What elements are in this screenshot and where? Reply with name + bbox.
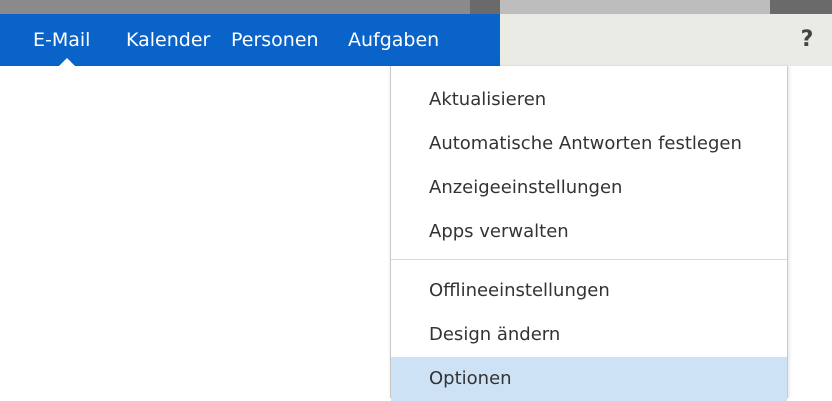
help-icon[interactable]: ? [792, 14, 822, 66]
menu-item-offlineeinstellungen[interactable]: Offlineeinstellungen [391, 269, 787, 313]
menu-item-label: Optionen [429, 368, 512, 389]
menu-item-automatische-antworten[interactable]: Automatische Antworten festlegen [391, 122, 787, 166]
active-tab-caret-icon [59, 58, 75, 66]
tab-personen[interactable]: Personen [231, 14, 319, 66]
menu-item-label: Anzeigeeinstellungen [429, 177, 623, 198]
top-stripe [0, 0, 470, 14]
tab-aufgaben[interactable]: Aufgaben [348, 14, 439, 66]
settings-dropdown-menu: Aktualisieren Automatische Antworten fes… [390, 66, 788, 401]
menu-item-label: Aktualisieren [429, 89, 547, 110]
menu-item-anzeigeeinstellungen[interactable]: Anzeigeeinstellungen [391, 166, 787, 210]
tab-kalender[interactable]: Kalender [126, 14, 210, 66]
header-right-area [500, 14, 832, 66]
menu-item-design-aendern[interactable]: Design ändern [391, 313, 787, 357]
menu-item-label: Apps verwalten [429, 221, 569, 242]
menu-item-label: Design ändern [429, 324, 561, 345]
menu-item-label: Automatische Antworten festlegen [429, 133, 742, 154]
menu-item-aktualisieren[interactable]: Aktualisieren [391, 78, 787, 122]
menu-divider [391, 259, 787, 260]
menu-item-label: Offlineeinstellungen [429, 280, 610, 301]
menu-item-optionen[interactable]: Optionen [391, 357, 787, 401]
top-stripe-highlight [500, 0, 770, 14]
menu-item-apps-verwalten[interactable]: Apps verwalten [391, 210, 787, 254]
